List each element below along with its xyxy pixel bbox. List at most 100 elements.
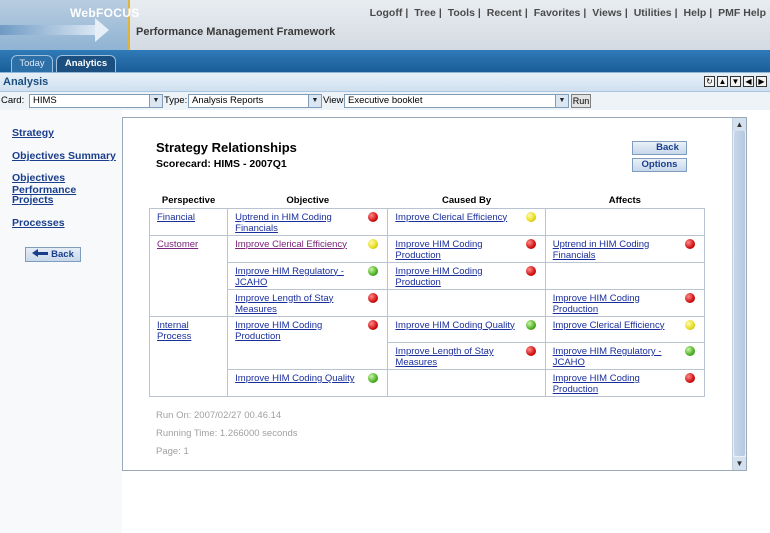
- relationships-table: Perspective Objective Caused By Affects …: [148, 193, 706, 397]
- running-time-text: Running Time: 1.266000 seconds: [156, 428, 298, 439]
- logoff-link[interactable]: Logoff: [370, 7, 403, 19]
- help-link[interactable]: Help: [684, 7, 707, 19]
- objective-link[interactable]: Improve Clerical Efficiency: [235, 239, 347, 250]
- chevron-down-icon: ▼: [555, 95, 568, 107]
- caused-by-cell: Improve HIM Coding Quality: [387, 315, 546, 343]
- nav-objectives-summary[interactable]: Objectives Summary: [12, 150, 116, 162]
- nav-objectives-performance[interactable]: Objectives Performance: [12, 172, 122, 196]
- nav-projects[interactable]: Projects: [12, 194, 53, 206]
- scroll-thumb[interactable]: [734, 131, 745, 456]
- left-icon[interactable]: ◀: [743, 76, 754, 87]
- favorites-link[interactable]: Favorites: [534, 7, 581, 19]
- caused-by-cell: [387, 369, 546, 397]
- table-row: Improve HIM Coding Quality Improve HIM C…: [148, 369, 706, 397]
- report-subtitle: Scorecard: HIMS - 2007Q1: [156, 158, 287, 170]
- recent-link[interactable]: Recent: [487, 7, 522, 19]
- column-header-perspective: Perspective: [161, 194, 216, 206]
- nav-processes[interactable]: Processes: [12, 217, 65, 229]
- affects-link[interactable]: Improve HIM Regulatory - JCAHO: [553, 346, 662, 368]
- caused-by-link[interactable]: Improve HIM Coding Quality: [395, 320, 514, 331]
- logo-text: WebFOCUS: [70, 6, 140, 20]
- run-button[interactable]: Run: [571, 94, 591, 108]
- objective-link[interactable]: Improve HIM Regulatory - JCAHO: [235, 266, 344, 288]
- analysis-header: Analysis ↻ ▲ ▼ ◀ ▶: [0, 72, 770, 92]
- view-select[interactable]: Executive booklet ▼: [344, 94, 569, 108]
- affects-cell: Improve HIM Regulatory - JCAHO: [544, 342, 706, 370]
- right-icon[interactable]: ▶: [756, 76, 767, 87]
- affects-link[interactable]: Uptrend in HIM Coding Financials: [553, 239, 650, 261]
- objective-link[interactable]: Uptrend in HIM Coding Financials: [235, 212, 332, 234]
- up-icon[interactable]: ▲: [717, 76, 728, 87]
- chevron-down-icon: ▼: [149, 95, 162, 107]
- green-status-icon: [368, 373, 379, 383]
- caused-by-cell: Improve Clerical Efficiency: [387, 207, 546, 236]
- vertical-scrollbar[interactable]: ▲ ▼: [732, 118, 746, 470]
- affects-link[interactable]: Improve HIM Coding Production: [553, 373, 640, 395]
- perspective-cell: [148, 289, 229, 317]
- left-nav: Strategy Objectives Summary Objectives P…: [0, 110, 122, 533]
- tab-analytics[interactable]: Analytics: [56, 55, 116, 72]
- red-status-icon: [685, 373, 695, 383]
- card-label: Card:: [1, 95, 25, 106]
- perspective-cell: [148, 262, 229, 289]
- nav-strategy[interactable]: Strategy: [12, 127, 54, 139]
- scroll-down-icon[interactable]: ▼: [733, 457, 746, 470]
- objective-link[interactable]: Improve HIM Coding Quality: [235, 373, 354, 384]
- tools-link[interactable]: Tools: [448, 7, 475, 19]
- red-status-icon: [525, 238, 536, 249]
- affects-cell: Improve HIM Coding Production: [544, 288, 706, 317]
- caused-by-link[interactable]: Improve HIM Coding Production: [395, 239, 482, 261]
- perspective-link[interactable]: Customer: [157, 239, 198, 250]
- perspective-cell: Internal Process: [148, 315, 229, 343]
- perspective-cell: [148, 342, 229, 370]
- objective-cell: Uptrend in HIM Coding Financials: [227, 207, 389, 236]
- caused-by-cell: [387, 288, 546, 317]
- tab-today[interactable]: Today: [11, 55, 53, 72]
- column-header-objective: Objective: [286, 194, 330, 206]
- caused-by-link[interactable]: Improve Clerical Efficiency: [395, 212, 507, 223]
- tab-bar: Today Analytics: [0, 50, 770, 72]
- objective-link[interactable]: Improve Length of Stay Measures: [235, 293, 333, 315]
- objective-cell: Improve HIM Coding Production: [227, 315, 389, 343]
- view-select-value: Executive booklet: [348, 95, 423, 106]
- table-row: Customer Improve Clerical Efficiency Imp…: [148, 234, 706, 263]
- card-select[interactable]: HIMS ▼: [29, 94, 163, 108]
- column-header-caused-by: Caused By: [442, 194, 492, 206]
- affects-link[interactable]: Improve Clerical Efficiency: [553, 320, 665, 331]
- pmf-help-link[interactable]: PMF Help: [718, 7, 766, 19]
- type-select[interactable]: Analysis Reports ▼: [188, 94, 322, 108]
- objective-cell: Improve Length of Stay Measures: [227, 288, 389, 317]
- logo-arrow-graphic: [0, 18, 109, 42]
- view-label: View:: [323, 95, 347, 106]
- options-button[interactable]: Options: [632, 158, 687, 172]
- perspective-link[interactable]: Internal Process: [157, 320, 191, 342]
- green-status-icon: [685, 346, 695, 356]
- caused-by-link[interactable]: Improve HIM Coding Production: [395, 266, 482, 288]
- affects-link[interactable]: Improve HIM Coding Production: [553, 293, 640, 315]
- back-arrow-icon: [32, 249, 49, 257]
- report-back-button[interactable]: Back: [632, 141, 687, 155]
- objective-link[interactable]: Improve HIM Coding Production: [235, 320, 322, 342]
- refresh-icon[interactable]: ↻: [704, 76, 715, 87]
- table-row: Improve Length of Stay Measures Improve …: [148, 288, 706, 317]
- card-select-value: HIMS: [33, 95, 57, 106]
- scroll-up-icon[interactable]: ▲: [733, 118, 746, 131]
- red-status-icon: [368, 211, 379, 222]
- caused-by-cell: Improve HIM Coding Production: [387, 261, 546, 290]
- red-status-icon: [368, 292, 379, 303]
- down-icon[interactable]: ▼: [730, 76, 741, 87]
- red-status-icon: [685, 292, 695, 303]
- run-on-text: Run On: 2007/02/27 00.46.14: [156, 410, 282, 421]
- yellow-status-icon: [368, 238, 379, 249]
- header-banner: WebFOCUS Performance Management Framewor…: [0, 0, 770, 50]
- nav-back-button[interactable]: Back: [25, 247, 81, 262]
- perspective-link[interactable]: Financial: [157, 212, 195, 223]
- perspective-cell: Customer: [148, 234, 229, 262]
- yellow-status-icon: [685, 319, 695, 330]
- perspective-cell: Financial: [148, 207, 229, 236]
- caused-by-link[interactable]: Improve Length of Stay Measures: [395, 346, 493, 368]
- green-status-icon: [525, 319, 536, 330]
- tree-link[interactable]: Tree: [414, 7, 436, 19]
- views-link[interactable]: Views: [592, 7, 622, 19]
- utilities-link[interactable]: Utilities: [634, 7, 672, 19]
